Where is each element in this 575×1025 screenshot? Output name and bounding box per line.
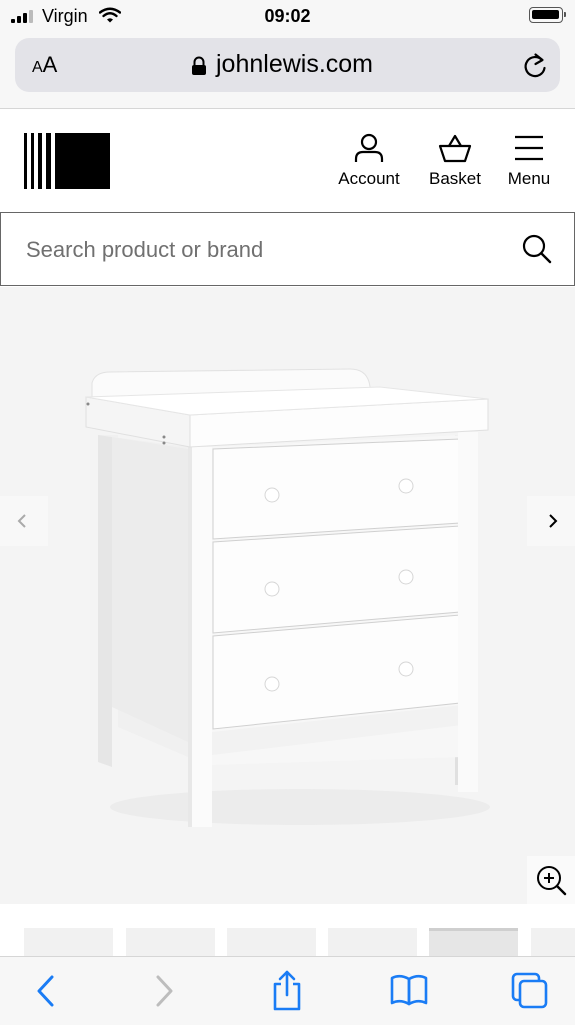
next-image-button[interactable]: [527, 496, 575, 546]
thumbnail[interactable]: [328, 928, 417, 956]
menu-label: Menu: [507, 169, 551, 188]
menu-button[interactable]: Menu: [503, 133, 555, 189]
status-bar: Virgin 09:02: [0, 0, 575, 32]
product-image-carousel: [0, 287, 575, 904]
account-icon: [354, 133, 384, 162]
url-domain[interactable]: johnlewis.com: [216, 50, 373, 79]
thumbnail[interactable]: [227, 928, 316, 956]
menu-icon: [515, 135, 543, 161]
thumbnail[interactable]: [531, 928, 575, 956]
john-lewis-logo[interactable]: [24, 133, 110, 189]
thumbnail-strip: [0, 904, 575, 959]
reload-icon[interactable]: [522, 52, 548, 80]
bookmarks-icon[interactable]: [389, 973, 429, 1007]
zoom-in-icon: [537, 866, 567, 896]
tabs-icon[interactable]: [509, 971, 549, 1011]
basket-label: Basket: [429, 169, 481, 188]
search-box[interactable]: Search product or brand: [0, 212, 575, 286]
account-link[interactable]: Account: [333, 133, 405, 189]
search-icon[interactable]: [521, 233, 553, 265]
thumbnail[interactable]: [24, 928, 113, 956]
thumbnail[interactable]: [429, 928, 518, 959]
zoom-button[interactable]: [527, 856, 575, 904]
browser-toolbar: [0, 956, 575, 1025]
address-bar[interactable]: AA johnlewis.com: [15, 38, 560, 92]
lock-icon: [192, 56, 206, 75]
basket-link[interactable]: Basket: [425, 133, 485, 189]
product-image[interactable]: [0, 287, 575, 904]
battery-icon: [529, 7, 566, 23]
clock: 09:02: [264, 6, 311, 26]
chevron-right-icon: [549, 514, 558, 528]
site-header: Account Basket Menu: [0, 109, 575, 212]
browser-address-area: AA johnlewis.com: [0, 32, 575, 109]
forward-icon[interactable]: [150, 971, 180, 1011]
chevron-left-icon: [17, 514, 26, 528]
previous-image-button[interactable]: [0, 496, 48, 546]
share-icon[interactable]: [270, 969, 304, 1011]
account-label: Account: [338, 169, 400, 188]
text-size-button[interactable]: AA: [32, 52, 57, 78]
thumbnail[interactable]: [126, 928, 215, 956]
back-icon[interactable]: [30, 971, 60, 1011]
basket-icon: [438, 134, 472, 163]
search-input[interactable]: Search product or brand: [26, 237, 263, 263]
